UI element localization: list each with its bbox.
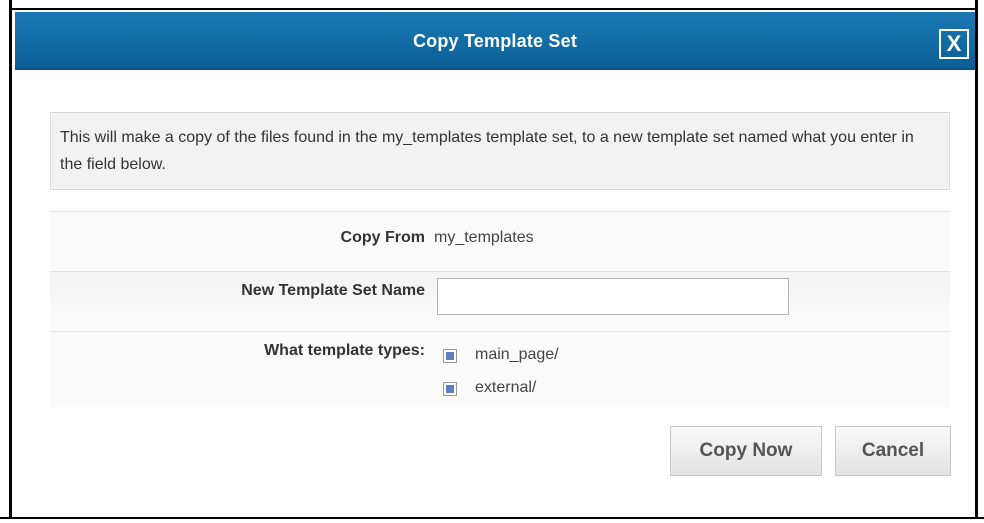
checkbox-check-mark: [446, 385, 454, 393]
frame-edge-right: [975, 0, 984, 523]
copy-from-row: Copy From my_templates: [50, 211, 950, 271]
new-name-label: New Template Set Name: [241, 282, 425, 299]
copy-from-value: my_templates: [434, 229, 534, 246]
cancel-button[interactable]: Cancel: [835, 426, 951, 476]
new-name-row: New Template Set Name: [50, 271, 950, 331]
template-types-label: What template types:: [264, 342, 425, 359]
main-page-label[interactable]: main_page/: [475, 346, 559, 364]
checkbox-check-mark: [446, 352, 454, 360]
external-label[interactable]: external/: [475, 379, 536, 397]
external-checkbox[interactable]: [443, 382, 457, 396]
dialog-title: Copy Template Set: [412, 31, 578, 51]
screen-frame: Copy Template Set X This will make a cop…: [0, 0, 984, 523]
new-template-set-name-input[interactable]: [437, 278, 789, 315]
frame-edge-left: [0, 0, 12, 523]
close-button[interactable]: X: [939, 29, 969, 59]
copy-now-button[interactable]: Copy Now: [670, 426, 822, 476]
main-page-checkbox[interactable]: [443, 349, 457, 363]
dialog-titlebar: Copy Template Set X: [15, 12, 975, 70]
copy-from-label: Copy From: [340, 229, 425, 246]
template-types-row: What template types: main_page/ external…: [50, 331, 950, 407]
copy-template-dialog: Copy Template Set X This will make a cop…: [15, 12, 975, 517]
frame-edge-top: [0, 0, 984, 10]
info-message: This will make a copy of the files found…: [50, 112, 950, 190]
frame-edge-bottom: [0, 517, 984, 523]
